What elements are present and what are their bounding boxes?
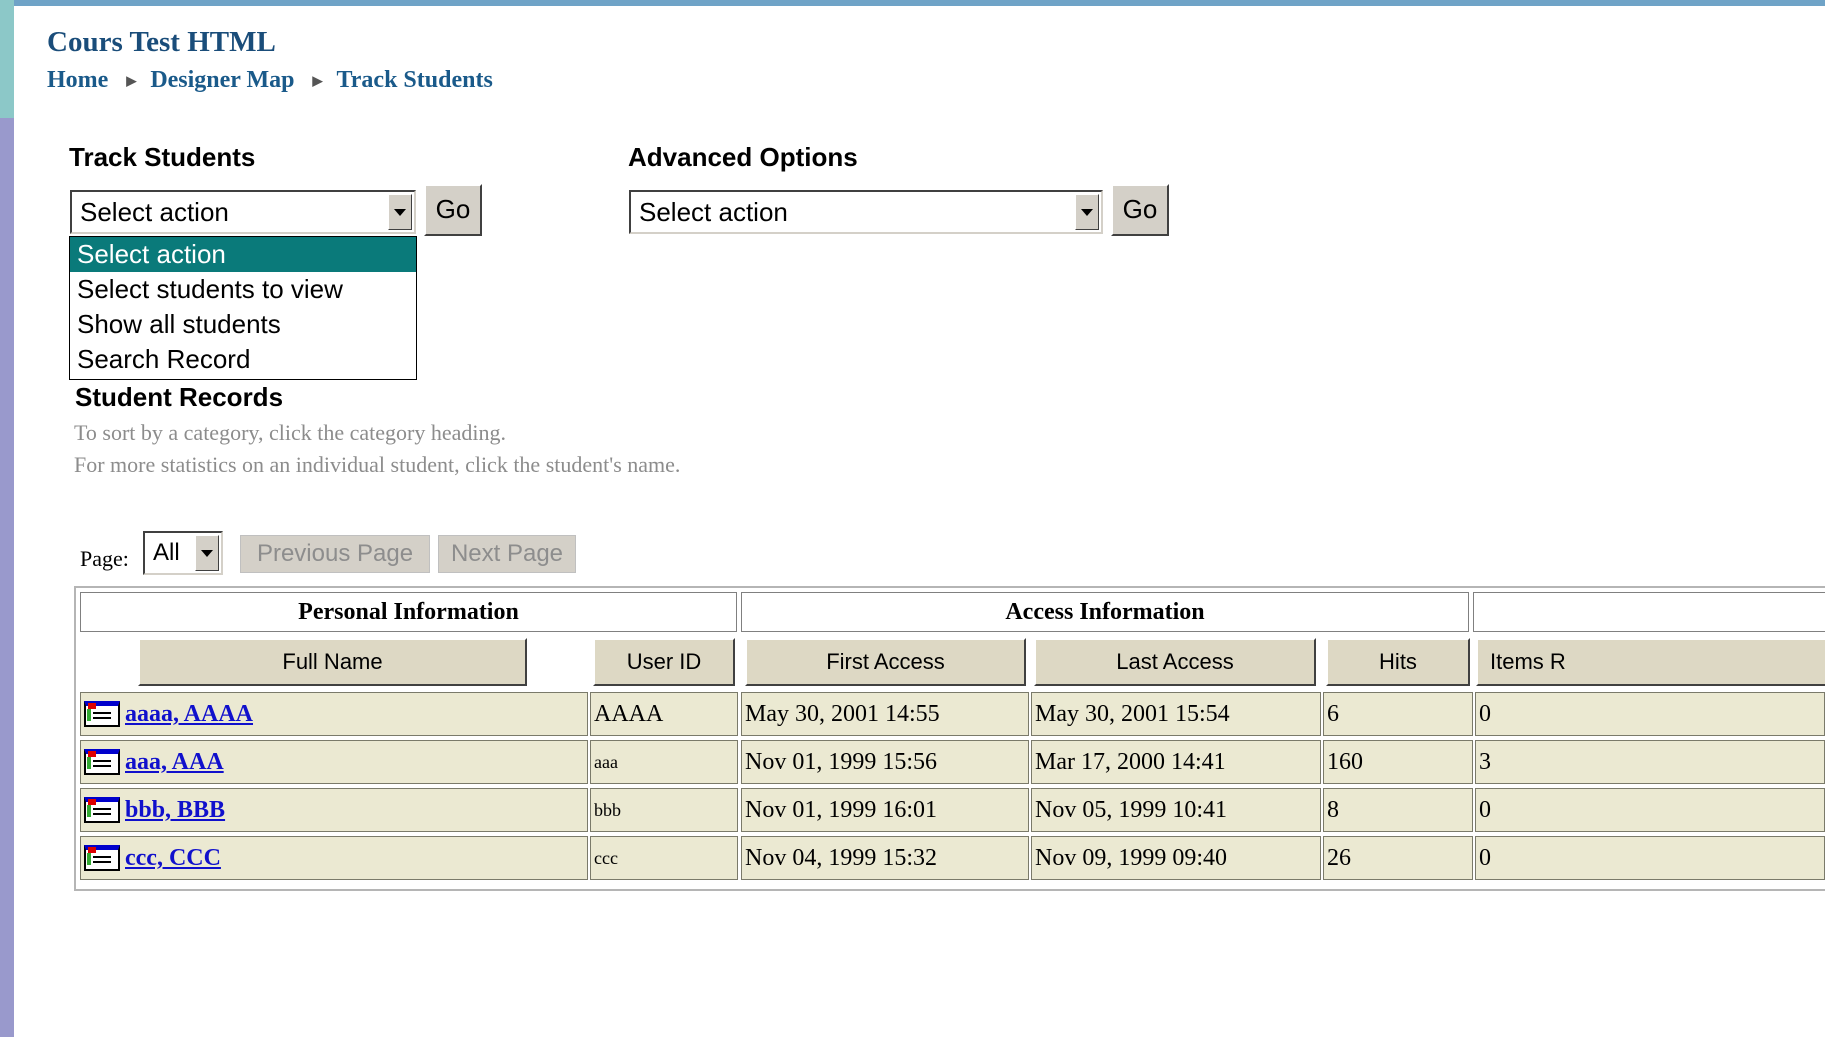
track-students-heading: Track Students bbox=[69, 142, 256, 172]
personal-information-header: Personal Information bbox=[80, 592, 737, 632]
dropdown-option-show-all-students[interactable]: Show all students bbox=[70, 307, 416, 342]
dropdown-option-select-action[interactable]: Select action bbox=[70, 237, 416, 272]
breadcrumb-home[interactable]: Home bbox=[47, 67, 108, 94]
breadcrumb-track-students[interactable]: Track Students bbox=[337, 67, 493, 94]
top-rule bbox=[0, 0, 1825, 6]
student-name-link[interactable]: ccc, CCC bbox=[125, 837, 221, 879]
hits-cell: 6 bbox=[1323, 692, 1473, 736]
first-access-cell: May 30, 2001 14:55 bbox=[741, 692, 1029, 736]
user-id-cell: AAAA bbox=[590, 692, 738, 736]
user-id-cell: bbb bbox=[590, 788, 738, 832]
first-access-cell: Nov 04, 1999 15:32 bbox=[741, 836, 1029, 880]
dropdown-option-search-record[interactable]: Search Record bbox=[70, 342, 416, 377]
items-read-cell: 0 bbox=[1475, 836, 1825, 880]
last-access-cell: Nov 09, 1999 09:40 bbox=[1031, 836, 1321, 880]
first-access-cell: Nov 01, 1999 16:01 bbox=[741, 788, 1029, 832]
student-record-icon[interactable] bbox=[84, 845, 120, 871]
last-access-cell: Mar 17, 2000 14:41 bbox=[1031, 740, 1321, 784]
chevron-down-icon[interactable] bbox=[388, 194, 412, 230]
page-label: Page: bbox=[80, 546, 129, 571]
items-read-cell: 3 bbox=[1475, 740, 1825, 784]
items-read-sort-button[interactable]: Items R bbox=[1476, 638, 1825, 686]
chevron-down-icon[interactable] bbox=[195, 535, 219, 571]
last-access-sort-button[interactable]: Last Access bbox=[1034, 638, 1316, 686]
student-name-link[interactable]: aaa, AAA bbox=[125, 741, 224, 783]
advanced-options-heading: Advanced Options bbox=[628, 142, 858, 172]
breadcrumb-separator-icon: ▶ bbox=[312, 72, 323, 88]
student-record-icon[interactable] bbox=[84, 701, 120, 727]
hits-cell: 160 bbox=[1323, 740, 1473, 784]
student-record-icon[interactable] bbox=[84, 749, 120, 775]
breadcrumb-designer-map[interactable]: Designer Map bbox=[150, 67, 294, 94]
last-access-cell: Nov 05, 1999 10:41 bbox=[1031, 788, 1321, 832]
sort-hint: To sort by a category, click the categor… bbox=[74, 420, 506, 445]
user-id-sort-button[interactable]: User ID bbox=[593, 638, 735, 686]
items-read-cell: 0 bbox=[1475, 692, 1825, 736]
student-records-heading: Student Records bbox=[75, 382, 284, 412]
advanced-options-select-value: Select action bbox=[639, 197, 788, 227]
table-row: ccc, CCC bbox=[80, 836, 588, 880]
left-nav-bar-top bbox=[0, 0, 14, 118]
access-information-header: Access Information bbox=[741, 592, 1469, 632]
page-select-value: All bbox=[153, 539, 180, 566]
items-read-cell: 0 bbox=[1475, 788, 1825, 832]
chevron-down-icon[interactable] bbox=[1075, 194, 1099, 230]
statistics-hint: For more statistics on an individual stu… bbox=[74, 452, 681, 477]
full-name-sort-button[interactable]: Full Name bbox=[138, 638, 527, 686]
breadcrumb: Home ▶ Designer Map ▶ Track Students bbox=[47, 67, 493, 94]
hits-sort-button[interactable]: Hits bbox=[1326, 638, 1470, 686]
student-record-icon[interactable] bbox=[84, 797, 120, 823]
additional-information-header bbox=[1473, 592, 1825, 632]
left-nav-bar bbox=[0, 0, 14, 1037]
previous-page-button[interactable]: Previous Page bbox=[240, 535, 430, 573]
advanced-options-select[interactable]: Select action bbox=[629, 190, 1103, 234]
student-name-link[interactable]: bbb, BBB bbox=[125, 789, 225, 831]
hits-cell: 8 bbox=[1323, 788, 1473, 832]
table-row: aaa, AAA bbox=[80, 740, 588, 784]
student-name-link[interactable]: aaaa, AAAA bbox=[125, 693, 253, 735]
track-students-select-value: Select action bbox=[80, 197, 229, 227]
table-row: aaaa, AAAA bbox=[80, 692, 588, 736]
first-access-sort-button[interactable]: First Access bbox=[745, 638, 1026, 686]
advanced-options-go-button[interactable]: Go bbox=[1111, 184, 1169, 236]
last-access-cell: May 30, 2001 15:54 bbox=[1031, 692, 1321, 736]
table-row: bbb, BBB bbox=[80, 788, 588, 832]
hits-cell: 26 bbox=[1323, 836, 1473, 880]
track-students-select[interactable]: Select action bbox=[70, 190, 416, 234]
first-access-cell: Nov 01, 1999 15:56 bbox=[741, 740, 1029, 784]
track-students-dropdown-list: Select action Select students to view Sh… bbox=[69, 236, 417, 380]
track-students-go-button[interactable]: Go bbox=[424, 184, 482, 236]
page-select[interactable]: All bbox=[143, 531, 223, 575]
breadcrumb-separator-icon: ▶ bbox=[126, 72, 137, 88]
next-page-button[interactable]: Next Page bbox=[438, 535, 576, 573]
course-title: Cours Test HTML bbox=[47, 26, 276, 58]
dropdown-option-select-students[interactable]: Select students to view bbox=[70, 272, 416, 307]
user-id-cell: aaa bbox=[590, 740, 738, 784]
user-id-cell: ccc bbox=[590, 836, 738, 880]
